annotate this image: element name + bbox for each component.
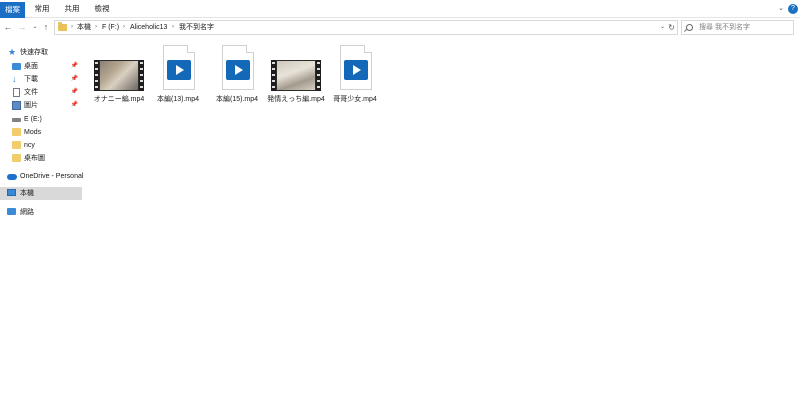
sidebar-item-pictures[interactable]: 圖片 📌	[0, 99, 82, 112]
file-item[interactable]: 哥哥少女.mp4	[325, 43, 385, 115]
breadcrumb-separator-icon[interactable]: ›	[71, 21, 73, 34]
tab-share[interactable]: 共用	[60, 2, 84, 16]
navigation-bar: ← → ⌄ ↑ › 本機 › F (F:) › Aliceholic13 › 我…	[0, 18, 800, 38]
video-thumbnail	[94, 60, 144, 91]
file-item[interactable]: オナニー編.mp4	[89, 43, 149, 115]
file-item[interactable]: 本編(15).mp4	[207, 43, 267, 115]
breadcrumb-separator-icon[interactable]: ›	[95, 21, 97, 34]
address-dropdown-icon[interactable]: ⌄	[660, 21, 665, 34]
pin-icon[interactable]: 📌	[71, 99, 78, 112]
sidebar-item-label: 桌布圖	[24, 155, 45, 162]
sidebar-item-quick-access[interactable]: ★ 快速存取	[0, 46, 82, 59]
file-name: 哥哥少女.mp4	[333, 96, 377, 103]
sidebar-item-wallpapers[interactable]: 桌布圖	[0, 152, 82, 165]
folder-icon	[12, 141, 21, 149]
file-name: 本編(15).mp4	[215, 96, 258, 103]
sidebar-item-network[interactable]: 網路	[0, 206, 82, 219]
ribbon: 檔案 常用 共用 檢視 ⌄ ?	[0, 0, 800, 18]
tab-view[interactable]: 檢視	[90, 2, 114, 16]
sidebar-item-label: Mods	[24, 129, 42, 136]
sidebar-item-desktop[interactable]: 桌面 📌	[0, 60, 82, 73]
breadcrumb-separator-icon[interactable]: ›	[123, 21, 125, 34]
sidebar-item-label: 快速存取	[20, 49, 48, 56]
sidebar-item-label: 桌面	[24, 63, 38, 70]
tab-file[interactable]: 檔案	[0, 2, 25, 18]
sidebar-item-label: E (E:)	[24, 116, 42, 123]
pin-icon[interactable]: 📌	[71, 60, 78, 73]
breadcrumb-current-folder[interactable]: 我不到名字	[179, 21, 214, 34]
sidebar-item-mods[interactable]: Mods	[0, 126, 82, 139]
sidebar-item-documents[interactable]: 文件 📌	[0, 86, 82, 99]
file-item[interactable]: 発情えっち編.mp4	[266, 43, 326, 115]
search-box[interactable]: 搜尋 我不到名字	[681, 20, 794, 35]
sidebar-item-label: 網路	[20, 209, 34, 216]
search-icon	[686, 24, 693, 31]
folder-icon	[58, 22, 67, 31]
onedrive-icon	[7, 174, 17, 180]
folder-icon	[12, 154, 21, 162]
sidebar-item-label: 下載	[24, 76, 38, 83]
refresh-icon[interactable]: ↻	[668, 21, 675, 34]
sidebar-item-onedrive[interactable]: OneDrive - Personal	[0, 170, 84, 183]
network-icon	[7, 208, 16, 215]
search-placeholder: 搜尋 我不到名字	[699, 24, 750, 31]
video-file-icon	[222, 45, 254, 90]
pin-icon[interactable]: 📌	[71, 73, 78, 86]
sidebar-item-downloads[interactable]: ↓ 下載 📌	[0, 73, 82, 86]
file-name: オナニー編.mp4	[93, 96, 145, 103]
play-icon	[167, 60, 191, 80]
desktop-icon	[12, 63, 21, 70]
play-icon	[344, 60, 368, 80]
sidebar-item-this-pc[interactable]: 本機	[0, 187, 82, 200]
chevron-down-icon[interactable]: ⌄	[776, 4, 786, 14]
file-item[interactable]: 本編(13).mp4	[148, 43, 208, 115]
star-icon: ★	[8, 47, 17, 57]
sidebar-item-label: 本機	[20, 190, 34, 197]
breadcrumb-this-pc[interactable]: 本機	[77, 21, 91, 34]
sidebar-item-label: 文件	[24, 89, 38, 96]
sidebar-item-label: 圖片	[24, 102, 38, 109]
forward-arrow-icon[interactable]: →	[16, 21, 28, 34]
video-thumbnail	[271, 60, 321, 91]
breadcrumb-separator-icon[interactable]: ›	[172, 21, 174, 34]
folder-icon	[12, 128, 21, 136]
this-pc-icon	[7, 189, 16, 196]
video-file-icon	[163, 45, 195, 90]
sidebar-item-label: OneDrive - Personal	[20, 173, 84, 180]
tab-home[interactable]: 常用	[30, 2, 54, 16]
sidebar-item-drive-e[interactable]: E (E:)	[0, 113, 82, 126]
play-icon	[226, 60, 250, 80]
file-name: 発情えっち編.mp4	[267, 96, 325, 103]
file-name: 本編(13).mp4	[156, 96, 199, 103]
up-arrow-icon[interactable]: ↑	[40, 21, 52, 34]
help-icon[interactable]: ?	[788, 4, 798, 14]
sidebar-item-ncy[interactable]: ncy	[0, 139, 82, 152]
address-bar[interactable]: › 本機 › F (F:) › Aliceholic13 › 我不到名字 ⌄ ↻	[54, 20, 678, 35]
sidebar-item-label: ncy	[24, 142, 35, 149]
pin-icon[interactable]: 📌	[71, 86, 78, 99]
document-icon	[13, 88, 20, 97]
breadcrumb-aliceholic13[interactable]: Aliceholic13	[130, 21, 167, 34]
download-icon: ↓	[12, 74, 17, 84]
navigation-pane: ★ 快速存取 桌面 📌 ↓ 下載 📌 文件 📌 圖片 📌 E (E:) Mods…	[0, 40, 84, 408]
back-arrow-icon[interactable]: ←	[2, 21, 14, 34]
breadcrumb-drive-f[interactable]: F (F:)	[102, 21, 119, 34]
pictures-icon	[12, 101, 21, 110]
drive-icon	[12, 118, 21, 122]
video-file-icon	[340, 45, 372, 90]
